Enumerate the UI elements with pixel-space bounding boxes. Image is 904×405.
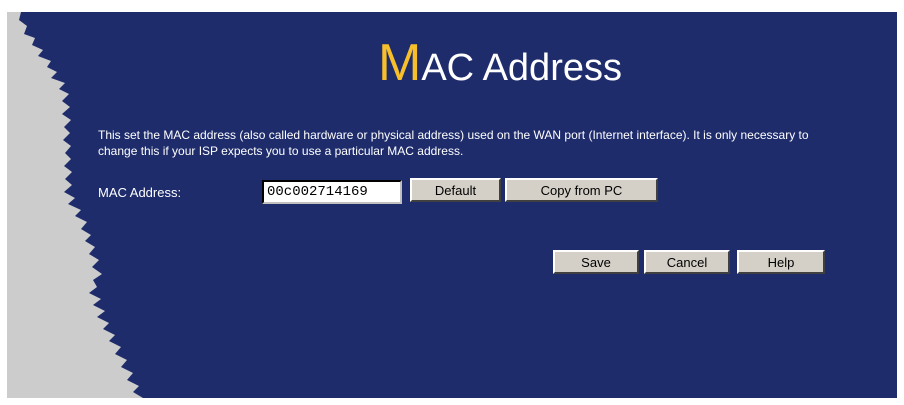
page-title: MAC Address — [55, 37, 897, 91]
title-rest: AC Address — [421, 47, 622, 89]
mac-address-input[interactable] — [262, 180, 402, 204]
mac-address-label: MAC Address: — [98, 185, 182, 200]
save-button[interactable]: Save — [553, 250, 639, 274]
help-button[interactable]: Help — [737, 250, 825, 274]
default-button[interactable]: Default — [410, 178, 501, 202]
cancel-button[interactable]: Cancel — [644, 250, 730, 274]
description-text: This set the MAC address (also called ha… — [98, 128, 809, 158]
content-panel: MAC Address This set the MAC address (al… — [7, 12, 897, 398]
copy-from-pc-button[interactable]: Copy from PC — [505, 178, 658, 202]
title-initial: M — [378, 34, 422, 92]
